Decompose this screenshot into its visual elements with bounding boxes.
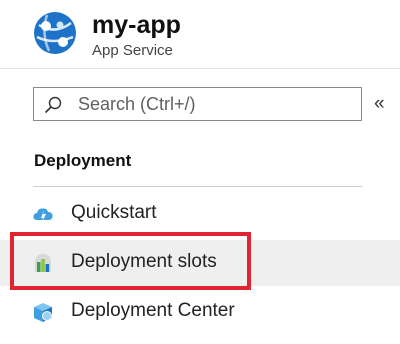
menu-item-deployment-slots[interactable]: Deployment slots [0,240,400,286]
menu-item-label: Deployment slots [71,251,217,272]
menu-item-deployment-center[interactable]: Deployment Center [0,289,400,335]
collapse-menu-button[interactable]: « [374,94,385,114]
search-placeholder: Search (Ctrl+/) [78,94,196,114]
section-divider [33,186,362,187]
search-icon [44,96,62,114]
resource-header: my-app App Service [0,0,400,69]
quickstart-cloud-icon [33,208,53,222]
deployment-center-icon [34,303,52,322]
section-heading-deployment: Deployment [34,151,132,170]
resource-type-label: App Service [92,42,173,59]
menu-item-label: Quickstart [71,202,157,223]
app-service-globe-icon [34,12,76,54]
deployment-slots-icon [35,254,51,272]
menu-item-quickstart[interactable]: Quickstart [0,191,400,237]
menu-item-label: Deployment Center [71,300,235,321]
resource-title: my-app [92,11,181,39]
search-input[interactable]: Search (Ctrl+/) [33,87,362,121]
